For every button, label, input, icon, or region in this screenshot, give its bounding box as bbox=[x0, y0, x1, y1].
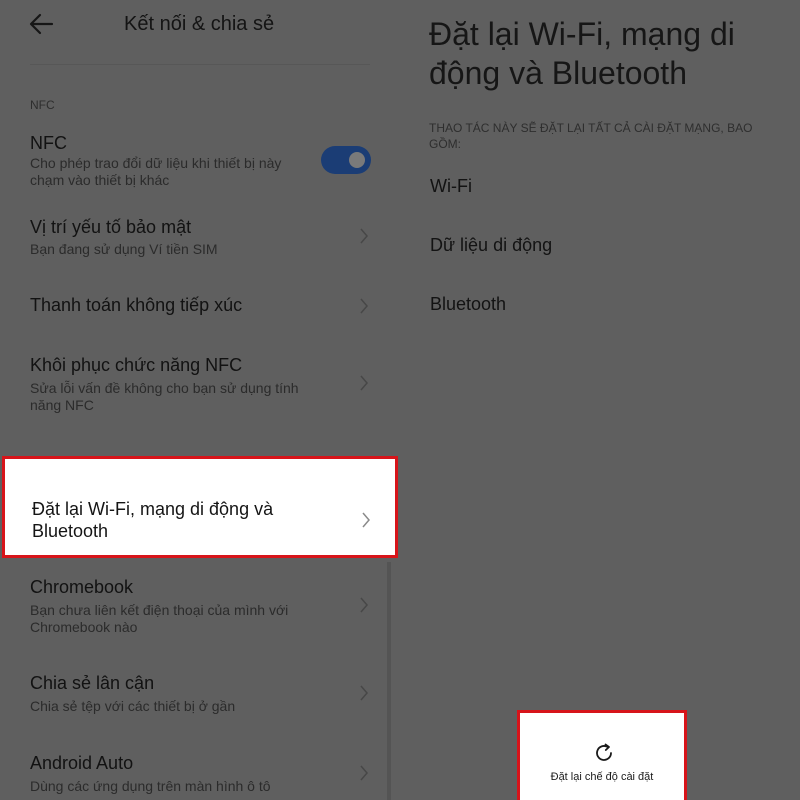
reset-settings-button[interactable]: Đặt lại chế độ cài đặt bbox=[517, 710, 687, 800]
list-item-reset-network[interactable]: Đặt lại Wi-Fi, mạng di động và Bluetooth bbox=[2, 456, 398, 558]
item-title: Thanh toán không tiếp xúc bbox=[30, 295, 243, 315]
reset-button-label: Đặt lại chế độ cài đặt bbox=[550, 771, 654, 783]
nfc-toggle[interactable] bbox=[321, 146, 371, 174]
item-title: Khôi phục chức năng NFC bbox=[30, 355, 243, 375]
item-subtitle: Chia sẻ tệp với các thiết bị ở gần bbox=[30, 698, 236, 714]
reset-warning-note: THAO TÁC NÀY SẼ ĐẶT LẠI TẤT CẢ CÀI ĐẶT M… bbox=[429, 121, 753, 151]
item-title: Chia sẻ lân cận bbox=[30, 673, 155, 693]
settings-list-panel: Kết nối & chia sẻ NFC NFC Cho phép trao … bbox=[0, 0, 400, 800]
reset-option-wifi: Wi-Fi bbox=[430, 176, 472, 196]
header-divider bbox=[30, 64, 370, 65]
nfc-subtitle: Cho phép trao đổi dữ liệu khi thiết bị n… bbox=[30, 155, 282, 188]
chevron-right-icon bbox=[360, 298, 368, 314]
item-subtitle: Bạn chưa liên kết điện thoại của mình vớ… bbox=[30, 602, 289, 635]
reset-option-bluetooth: Bluetooth bbox=[430, 294, 507, 314]
item-title: Android Auto bbox=[30, 753, 134, 773]
item-subtitle: Dùng các ứng dụng trên màn hình ô tô bbox=[30, 778, 271, 794]
item-title: Chromebook bbox=[30, 577, 134, 597]
chevron-right-icon bbox=[360, 375, 368, 391]
page-title: Kết nối & chia sẻ bbox=[124, 13, 275, 35]
arrow-left-icon[interactable] bbox=[28, 12, 54, 36]
list-item-restore-nfc[interactable]: Khôi phục chức năng NFC Sửa lỗi vấn đề k… bbox=[0, 350, 400, 416]
chevron-right-icon bbox=[360, 685, 368, 701]
item-subtitle: Sửa lỗi vấn đề không cho bạn sử dụng tín… bbox=[30, 380, 299, 413]
chevron-right-icon bbox=[360, 228, 368, 244]
list-item-chromebook[interactable]: Chromebook Bạn chưa liên kết điện thoại … bbox=[0, 572, 400, 638]
nfc-title: NFC bbox=[30, 133, 67, 153]
reset-option-mobile-data: Dữ liệu di động bbox=[430, 235, 553, 255]
section-label-nfc: NFC bbox=[30, 98, 55, 112]
list-item-secure-element[interactable]: Vị trí yếu tố bảo mật Bạn đang sử dụng V… bbox=[0, 212, 400, 264]
scrollbar[interactable] bbox=[387, 562, 391, 800]
list-item-contactless-payment[interactable]: Thanh toán không tiếp xúc bbox=[0, 290, 400, 322]
list-item-android-auto[interactable]: Android Auto Dùng các ứng dụng trên màn … bbox=[0, 748, 400, 798]
reset-page-title: Đặt lại Wi-Fi, mạng di động và Bluetooth bbox=[429, 16, 735, 91]
item-subtitle: Bạn đang sử dụng Ví tiền SIM bbox=[30, 241, 218, 257]
chevron-right-icon bbox=[360, 765, 368, 781]
toggle-knob bbox=[349, 152, 365, 168]
list-item-nearby-share[interactable]: Chia sẻ lân cận Chia sẻ tệp với các thiế… bbox=[0, 668, 400, 718]
chevron-right-icon bbox=[360, 597, 368, 613]
item-title: Vị trí yếu tố bảo mật bbox=[30, 217, 192, 237]
refresh-icon bbox=[596, 743, 612, 761]
chevron-right-icon bbox=[362, 512, 370, 528]
item-title: Đặt lại Wi-Fi, mạng di động và Bluetooth bbox=[32, 499, 274, 541]
